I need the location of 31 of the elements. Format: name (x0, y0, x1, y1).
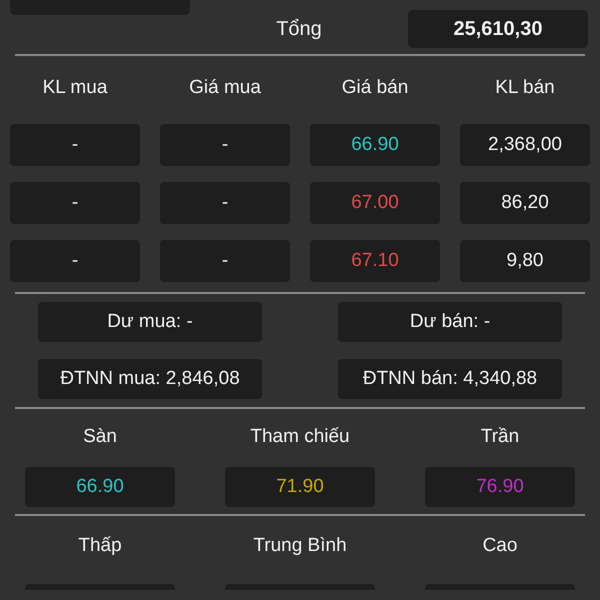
table-cell: 67.00 (310, 182, 440, 224)
table-cell: 66.90 (310, 124, 440, 166)
price-label: Sàn (83, 425, 117, 449)
column-header: Giá bán (342, 76, 408, 100)
table-cell: 2,368,00 (460, 124, 590, 166)
column-header: Trung Bình (253, 534, 347, 558)
table-cell: 86,20 (460, 182, 590, 224)
price-label: Tham chiếu (250, 425, 350, 449)
table-cell: 9,80 (460, 240, 590, 282)
table-cell: - (10, 240, 140, 282)
column-header: KL bán (495, 76, 555, 100)
price-value: 71.90 (225, 467, 375, 507)
column-header: Cao (482, 534, 518, 558)
column-header: Thấp (78, 534, 122, 558)
summary-box: ĐTNN bán: 4,340,88 (338, 359, 562, 399)
total-value: 25,610,30 (454, 18, 542, 40)
summary-box: Dư bán: - (338, 302, 562, 342)
column-header: Giá mua (189, 76, 261, 100)
column-header: KL mua (42, 76, 108, 100)
table-cell: - (160, 240, 290, 282)
table-cell: - (10, 182, 140, 224)
table-cell: - (10, 124, 140, 166)
price-label: Trần (480, 425, 520, 449)
total-label: Tổng (275, 18, 323, 40)
table-cell: - (160, 124, 290, 166)
summary-box: ĐTNN mua: 2,846,08 (38, 359, 262, 399)
table-cell: - (160, 182, 290, 224)
summary-box: Dư mua: - (38, 302, 262, 342)
price-value: 66.90 (25, 467, 175, 507)
table-cell: 67.10 (310, 240, 440, 282)
price-value: 76.90 (425, 467, 575, 507)
